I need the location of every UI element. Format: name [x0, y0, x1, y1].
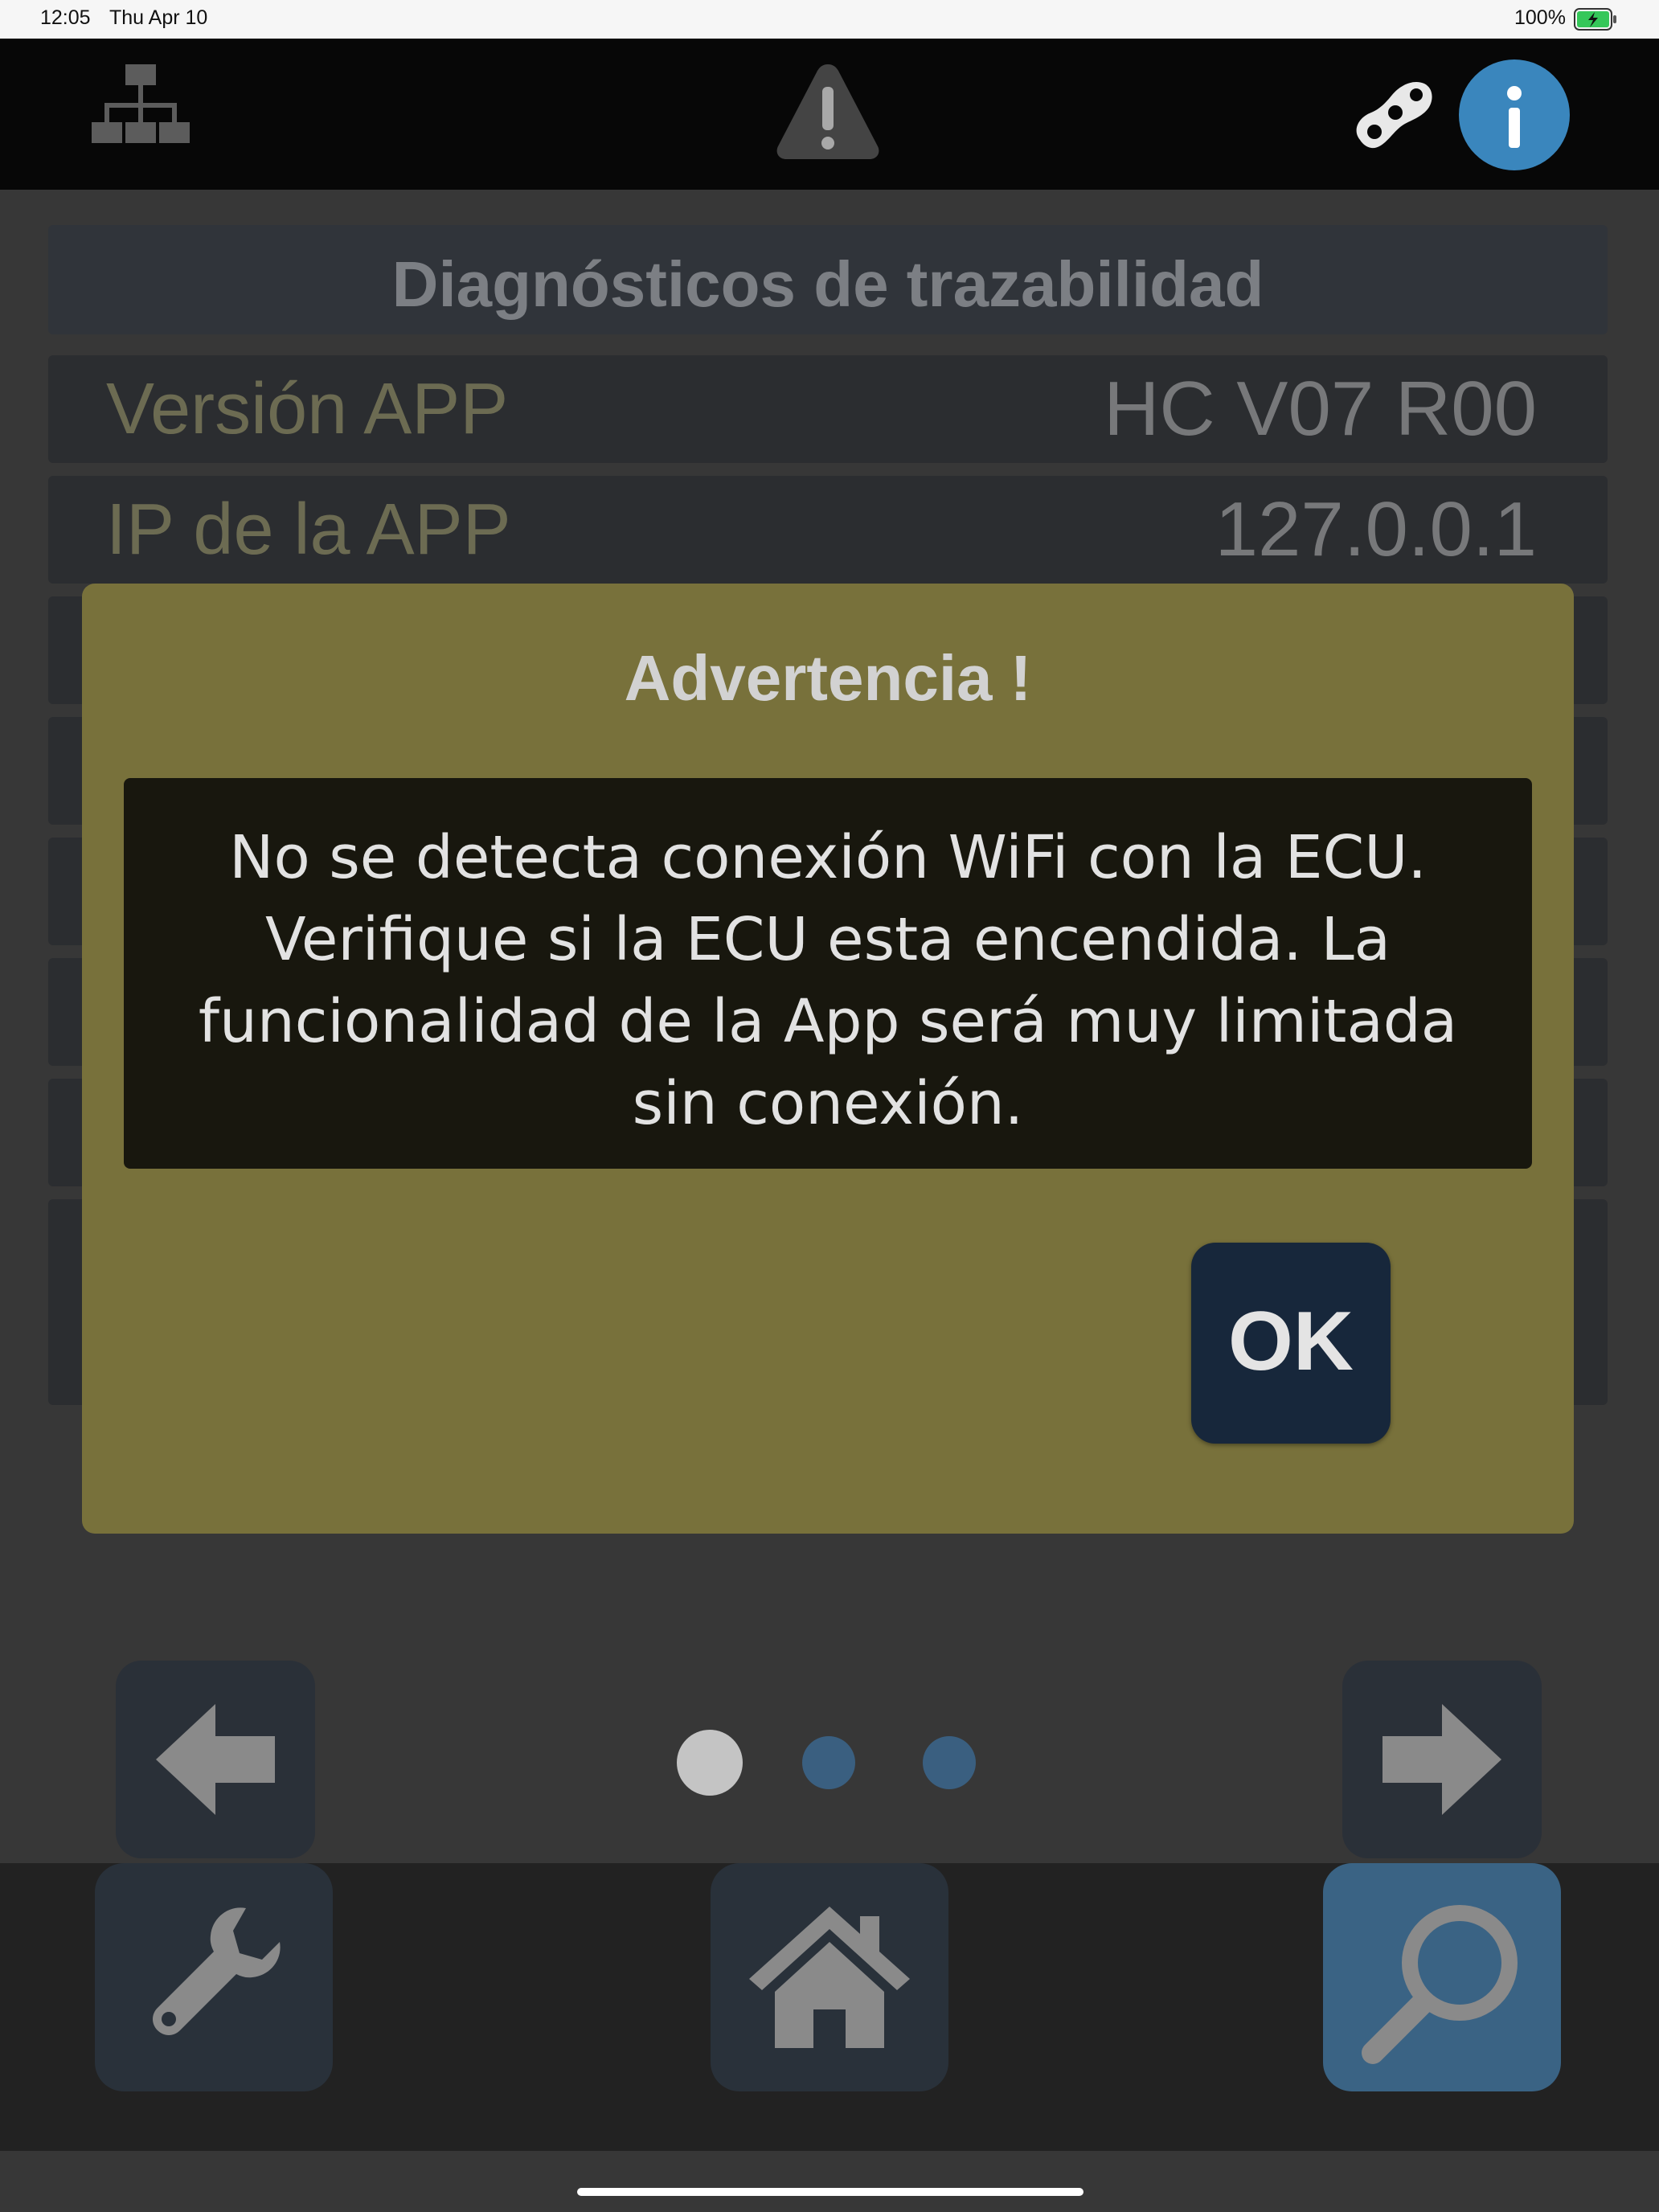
warning-dialog: Advertencia ! No se detecta conexión WiF…: [82, 584, 1574, 1534]
arrow-right-icon: [1382, 1704, 1501, 1815]
page-title: Diagnósticos de trazabilidad: [391, 248, 1264, 320]
dialog-message: No se detecta conexión WiFi con la ECU. …: [198, 823, 1458, 1138]
page-title-bar: Diagnósticos de trazabilidad: [48, 225, 1608, 334]
tab-settings[interactable]: [95, 1863, 333, 2091]
page-dot-active[interactable]: [677, 1730, 743, 1796]
top-toolbar: [0, 39, 1659, 190]
info-row-app-ip: IP de la APP 127.0.0.1: [48, 476, 1608, 584]
ok-button[interactable]: OK: [1191, 1243, 1391, 1444]
page-dot[interactable]: [923, 1736, 976, 1789]
arrow-left-icon: [156, 1704, 275, 1815]
dialog-message-box: No se detecta conexión WiFi con la ECU. …: [124, 778, 1532, 1169]
magnifier-icon: [1362, 1905, 1518, 2064]
status-time: 12:05: [40, 6, 91, 29]
battery-icon: [1574, 8, 1616, 31]
row-value: HC V07 R00: [1104, 366, 1537, 452]
home-icon: [749, 1907, 910, 2048]
status-date: Thu Apr 10: [109, 6, 208, 29]
row-value: 127.0.0.1: [1215, 486, 1537, 572]
row-label: Versión APP: [106, 369, 509, 449]
status-bar: 12:05 Thu Apr 10 100%: [0, 0, 1659, 39]
dialog-title: Advertencia !: [624, 642, 1032, 714]
warning-triangle-icon[interactable]: [772, 59, 884, 164]
soybean-icon[interactable]: [1350, 74, 1439, 154]
back-button[interactable]: [116, 1661, 315, 1858]
row-label: IP de la APP: [106, 490, 511, 570]
tab-home[interactable]: [711, 1863, 948, 2091]
battery-percent: 100%: [1514, 6, 1566, 29]
info-row-app-version: Versión APP HC V07 R00: [48, 355, 1608, 463]
sitemap-icon[interactable]: [88, 63, 193, 167]
forward-button[interactable]: [1342, 1661, 1542, 1858]
tab-search[interactable]: [1323, 1863, 1561, 2091]
info-icon: [1507, 86, 1522, 148]
ok-button-label: OK: [1228, 1295, 1354, 1388]
home-indicator: [577, 2188, 1083, 2196]
wrench-icon: [153, 1907, 281, 2035]
info-button[interactable]: [1459, 59, 1570, 170]
page-dot[interactable]: [802, 1736, 855, 1789]
